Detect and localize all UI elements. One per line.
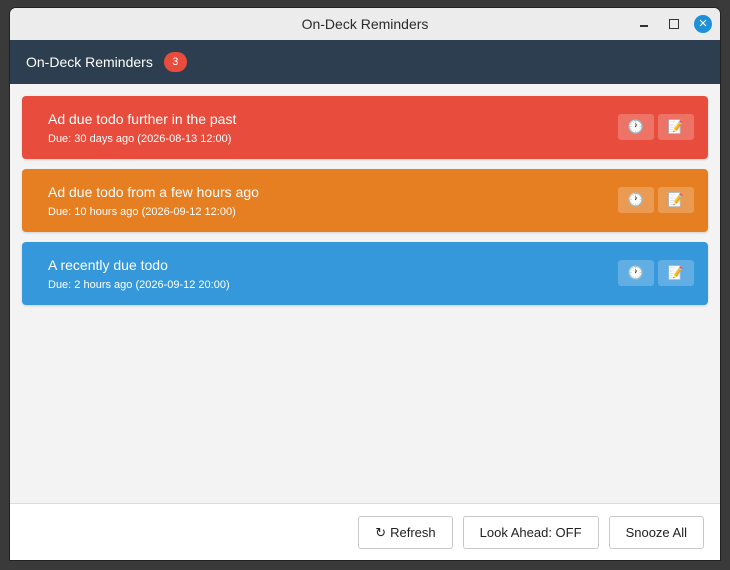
reminder-card[interactable]: Ad due todo from a few hours ago Due: 10…	[22, 169, 708, 232]
refresh-label: Refresh	[390, 525, 436, 540]
app-header: On-Deck Reminders 3	[10, 40, 720, 84]
snooze-all-label: Snooze All	[625, 525, 687, 540]
reminder-title: Ad due todo further in the past	[48, 111, 237, 127]
clock-icon: 🕐	[627, 119, 645, 134]
refresh-button[interactable]: ↻ Refresh	[358, 516, 453, 549]
reminder-count-badge: 3	[163, 52, 187, 72]
snooze-all-button[interactable]: Snooze All	[608, 516, 704, 549]
close-icon: ×	[698, 15, 708, 32]
reminder-card[interactable]: A recently due todo Due: 2 hours ago (20…	[22, 242, 708, 305]
refresh-icon: ↻	[375, 524, 387, 540]
reminder-due: Due: 10 hours ago (2026-09-12 12:00)	[48, 206, 236, 218]
reminder-due: Due: 30 days ago (2026-08-13 12:00)	[48, 133, 232, 145]
window-title: On-Deck Reminders	[301, 16, 429, 32]
header-title: On-Deck Reminders	[26, 54, 153, 70]
clock-icon: 🕐	[627, 192, 645, 207]
maximize-button[interactable]	[664, 14, 684, 34]
minimize-icon	[640, 25, 648, 27]
edit-button[interactable]: 📝	[658, 187, 694, 213]
edit-button[interactable]: 📝	[658, 114, 694, 140]
memo-icon: 📝	[667, 265, 685, 280]
maximize-icon	[669, 19, 679, 29]
window-controls: ×	[634, 14, 712, 34]
reminder-title: A recently due todo	[48, 257, 168, 273]
look-ahead-button[interactable]: Look Ahead: OFF	[462, 516, 599, 549]
memo-icon: 📝	[667, 119, 685, 134]
snooze-button[interactable]: 🕐	[618, 114, 654, 140]
reminder-actions: 🕐 📝	[618, 260, 694, 286]
minimize-button[interactable]	[634, 14, 654, 34]
reminder-actions: 🕐 📝	[618, 187, 694, 213]
app-window: On-Deck Reminders × On-Deck Reminders 3 …	[10, 8, 720, 560]
reminder-actions: 🕐 📝	[618, 114, 694, 140]
reminder-card[interactable]: Ad due todo further in the past Due: 30 …	[22, 96, 708, 159]
memo-icon: 📝	[667, 192, 685, 207]
edit-button[interactable]: 📝	[658, 260, 694, 286]
snooze-button[interactable]: 🕐	[618, 187, 654, 213]
reminder-title: Ad due todo from a few hours ago	[48, 184, 259, 200]
title-bar: On-Deck Reminders ×	[10, 8, 720, 40]
footer-bar: ↻ Refresh Look Ahead: OFF Snooze All	[10, 503, 720, 560]
snooze-button[interactable]: 🕐	[618, 260, 654, 286]
clock-icon: 🕐	[627, 265, 645, 280]
close-button[interactable]: ×	[694, 15, 712, 33]
footer-buttons: ↻ Refresh Look Ahead: OFF Snooze All	[358, 516, 704, 549]
look-ahead-label: Look Ahead: OFF	[479, 525, 582, 540]
reminder-due: Due: 2 hours ago (2026-09-12 20:00)	[48, 279, 230, 291]
reminder-list: Ad due todo further in the past Due: 30 …	[10, 84, 720, 305]
